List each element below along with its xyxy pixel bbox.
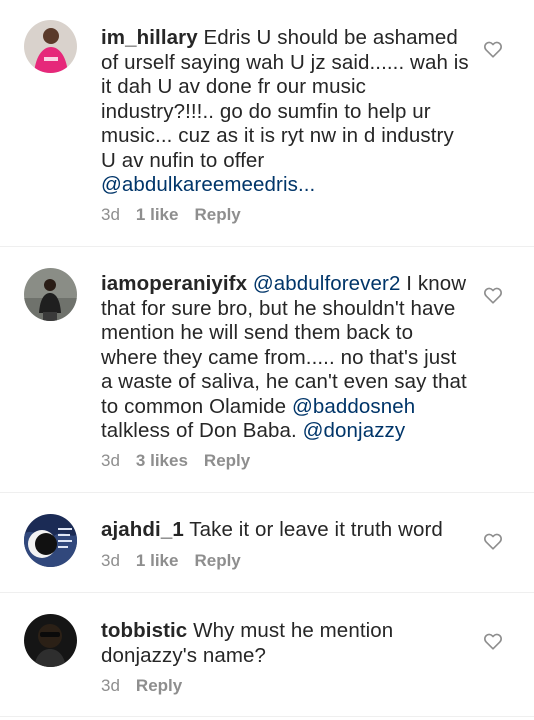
- heart-outline-icon[interactable]: [482, 284, 504, 306]
- comment-time: 3d: [101, 205, 120, 224]
- mention-link[interactable]: @abdulkareemeedris...: [101, 173, 315, 196]
- comment-body: talkless of Don Baba.: [101, 419, 303, 442]
- comment-text: tobbistic Why must he mention donjazzy's…: [101, 619, 471, 668]
- comment-time: 3d: [101, 451, 120, 470]
- avatar[interactable]: [24, 268, 77, 321]
- avatar[interactable]: [24, 20, 77, 73]
- comment-time: 3d: [101, 551, 120, 570]
- avatar[interactable]: [24, 514, 77, 567]
- comment-meta: 3d 1 like Reply: [101, 205, 241, 225]
- comment-username[interactable]: ajahdi_1: [101, 518, 184, 541]
- comment-likes[interactable]: 3 likes: [136, 451, 188, 470]
- mention-link[interactable]: @baddosneh: [292, 395, 415, 418]
- divider: [0, 716, 534, 717]
- avatar[interactable]: [24, 614, 77, 667]
- heart-outline-icon[interactable]: [482, 630, 504, 652]
- comment-text: iamoperaniyifx @abdulforever2 I know tha…: [101, 272, 471, 444]
- comment-time: 3d: [101, 676, 120, 695]
- comment-meta: 3d 3 likes Reply: [101, 451, 250, 471]
- comment-body: Take it or leave it truth word: [183, 518, 443, 541]
- heart-outline-icon[interactable]: [482, 38, 504, 60]
- divider: [0, 492, 534, 493]
- reply-button[interactable]: Reply: [194, 205, 240, 224]
- reply-button[interactable]: Reply: [204, 451, 250, 470]
- comment-likes[interactable]: 1 like: [136, 551, 179, 570]
- comment-text: ajahdi_1 Take it or leave it truth word: [101, 518, 471, 543]
- mention-link[interactable]: @abdulforever2: [253, 272, 401, 295]
- reply-button[interactable]: Reply: [136, 676, 182, 695]
- comment-meta: 3d 1 like Reply: [101, 551, 241, 571]
- heart-outline-icon[interactable]: [482, 530, 504, 552]
- mention-link[interactable]: @donjazzy: [303, 419, 406, 442]
- comment-username[interactable]: iamoperaniyifx: [101, 272, 247, 295]
- comment-meta: 3d Reply: [101, 676, 182, 696]
- comment-username[interactable]: tobbistic: [101, 619, 187, 642]
- comment-text: im_hillary Edris U should be ashamed of …: [101, 26, 471, 198]
- comment-username[interactable]: im_hillary: [101, 26, 198, 49]
- divider: [0, 246, 534, 247]
- comment-likes[interactable]: 1 like: [136, 205, 179, 224]
- divider: [0, 592, 534, 593]
- reply-button[interactable]: Reply: [194, 551, 240, 570]
